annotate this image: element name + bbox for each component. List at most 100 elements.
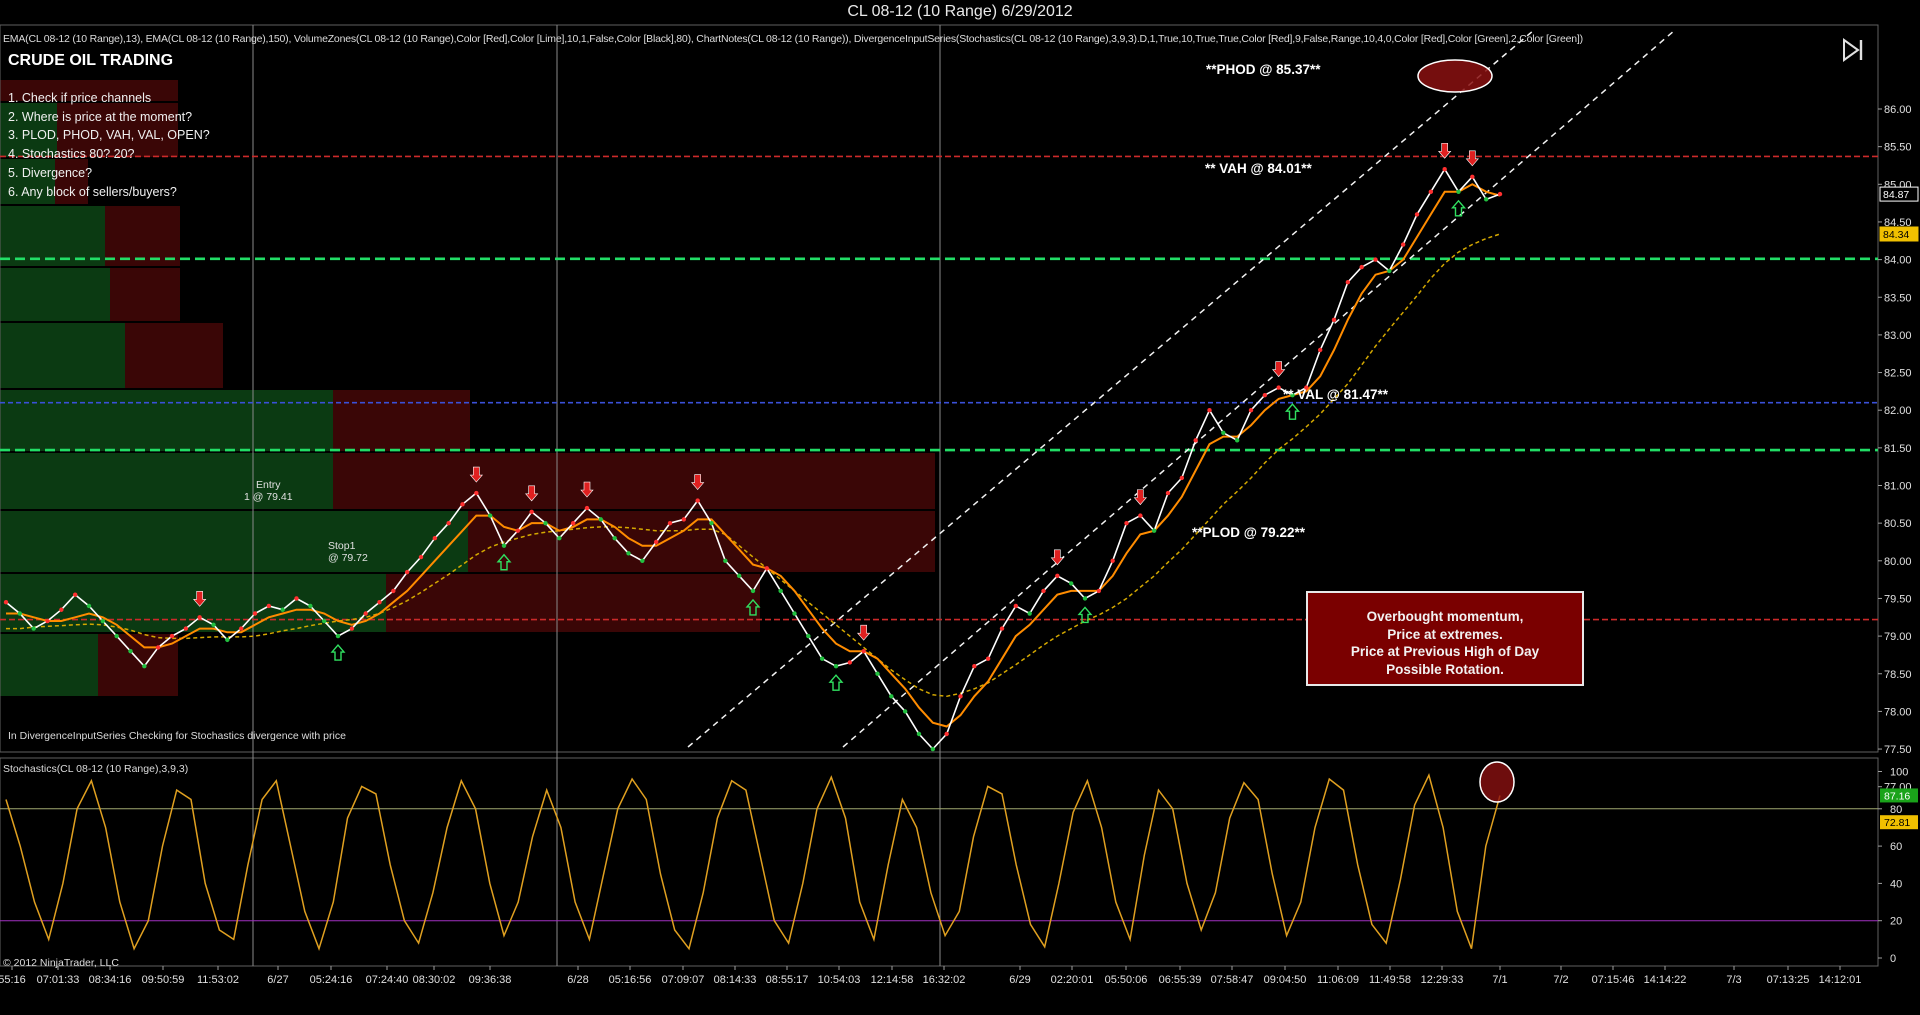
stoch-axis-label: 100 [1890,767,1908,779]
time-axis-label: 07:58:47 [1211,974,1254,986]
alert-line: Price at extremes. [1387,626,1503,642]
time-axis-label: 08:34:16 [89,974,132,986]
time-axis-label: 11:49:58 [1369,974,1411,986]
time-axis-label: 05:50:06 [1105,974,1148,986]
price-bar-point [321,618,327,624]
time-axis-label: 09:36:38 [469,974,512,986]
time-axis-label: 07:09:07 [662,974,705,986]
sell-volume-zone [125,323,223,388]
price-bar-point [847,660,853,665]
plod-note: **PLOD @ 79.22** [1192,525,1305,540]
sell-divergence-arrow [1465,150,1479,167]
price-bar-point [1331,317,1337,323]
price-bar-point [1400,242,1406,247]
price-bar-point [778,588,783,594]
price-bar-point [349,626,355,631]
time-axis-label: 05:24:16 [310,974,353,986]
sell-volume-zone [110,268,180,321]
alert-line: Price at Previous High of Day [1350,644,1540,659]
price-bar-point [460,502,465,507]
sell-divergence-arrow [857,624,871,641]
price-axis-label: 78.00 [1884,706,1912,718]
price-bar-point [1110,558,1115,563]
price-bar-point [197,615,202,620]
chart-annotations [1417,59,1515,803]
time-axis-label: 09:50:59 [142,974,185,986]
price-bar-point [100,618,106,624]
stoch-axis-label: 60 [1890,841,1902,853]
price-bar-point [1442,167,1447,172]
buy-volume-zone [0,268,110,321]
time-axis-label: 08:14:33 [714,974,757,986]
entry-label: Entry [256,479,281,491]
price-bar-point [1013,603,1019,609]
sell-divergence-arrow [1272,361,1286,378]
skip-to-end-icon[interactable] [1840,37,1866,63]
checklist-item: 4. Stochastics 80? 20? [8,147,135,162]
sell-volume-zone [333,453,935,509]
price-bar-point [211,622,216,628]
price-bar-point [1041,588,1046,594]
buy-volume-zone [0,323,125,388]
chart-canvas[interactable]: 77.0077.5078.0078.5079.0079.5080.0080.50… [0,0,1920,1015]
price-axis-label: 79.50 [1884,593,1912,605]
price-bar-point [695,498,700,503]
stochastics-panel [0,773,1878,952]
stop-label: Stop1 [328,540,356,552]
price-axis-label: 79.00 [1884,631,1912,643]
price-axis-label: 85.50 [1884,142,1912,154]
price-bar-point [640,558,645,563]
price-bar-point [570,520,576,526]
sell-volume-zone [386,574,760,632]
price-bar-point [59,607,64,612]
price-bar-point [1470,174,1475,179]
price-bar-point [681,517,687,522]
price-bar-point [31,626,36,631]
price-bar-point [612,536,617,541]
price-bar-point [1151,528,1157,533]
price-bar-point [238,626,244,631]
price-axis-label: 86.00 [1884,104,1912,116]
price-bar-point [1359,264,1364,270]
price-bar-point [736,573,742,579]
price-bar-point [972,664,977,669]
stoch-axis-label: 80 [1890,804,1902,816]
time-axis-label: 07:24:40 [366,974,409,986]
price-axis-label: 80.00 [1884,556,1912,568]
time-axis-label: 08:30:02 [413,974,456,986]
price-axis-label: 82.00 [1884,405,1912,417]
price-axis-label: 81.50 [1884,443,1912,455]
buy-volume-zone [0,511,468,572]
price-panel-frame [0,24,1879,753]
time-axis-label: 11:53:02 [197,974,239,986]
buy-divergence-arrow [330,644,346,661]
price-bar-point [128,648,133,654]
time-axis-label: 7/1 [1492,974,1507,986]
price-bar-point [750,588,756,594]
price-bar-point [1483,197,1489,202]
buy-volume-zone [0,206,105,266]
price-axis-label: 83.00 [1884,330,1912,342]
price-bar-point [1387,268,1392,274]
price-bar-point [501,543,507,548]
time-axis-label: 6/28 [567,974,588,986]
price-bar-point [418,554,424,560]
price-bar-point [308,603,313,609]
price-bar-point [225,637,230,643]
price-axis-label: 83.50 [1884,292,1912,304]
price-bar-point [667,520,673,526]
overbought-alert-note: Overbought momentum, Price at extremes. … [1306,591,1584,686]
price-bar-point [1221,430,1226,435]
price-bar-point [543,520,548,526]
price-tag-label: 84.34 [1883,229,1909,241]
stoch-tag-label: 72.81 [1884,817,1910,829]
price-bar-point [1096,588,1102,594]
price-bar-point [529,509,534,515]
price-bar-point [1497,191,1503,197]
stoch-panel-frame [0,757,1879,967]
time-axis-label: 07:13:25 [1767,974,1810,986]
price-bar-point [723,558,728,563]
entry-value: 1 @ 79.41 [244,491,293,503]
price-bar-point [487,513,493,518]
price-bar-point [806,633,811,639]
